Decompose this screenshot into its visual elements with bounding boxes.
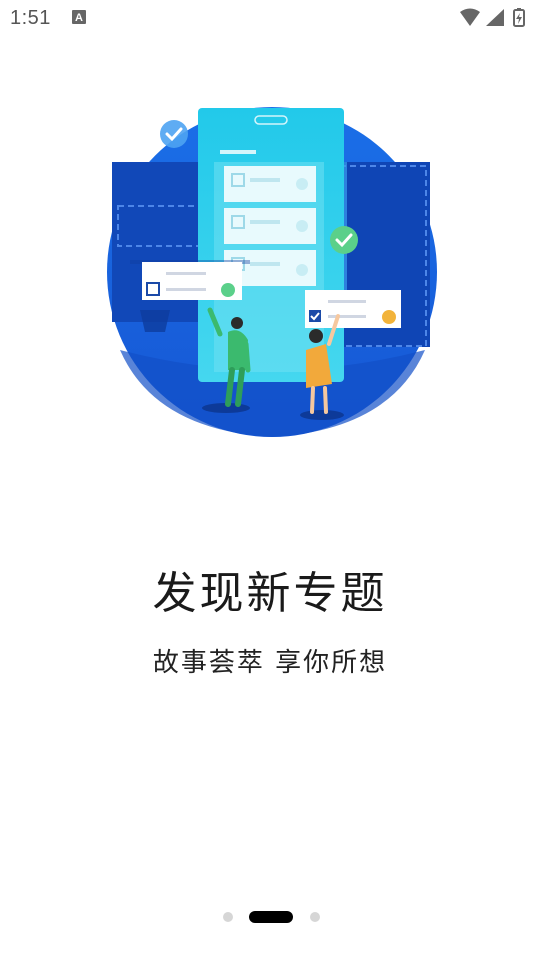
status-bar: 1:51 A [0,0,540,36]
check-badge-icon [160,120,188,148]
cell-signal-icon [486,9,504,26]
onboarding-title: 发现新专题 [152,568,388,619]
a-notification-icon: A [72,10,86,24]
svg-text:A: A [75,12,83,24]
wifi-icon [460,8,480,26]
page-indicator [0,909,540,925]
page-dot[interactable] [223,912,233,922]
page-dot-active[interactable] [249,911,293,923]
page-dot[interactable] [310,912,320,922]
check-badge-icon [330,226,358,254]
status-time: 1:51 [10,7,51,29]
battery-charging-icon [513,8,525,27]
status-icons [458,8,530,28]
team-task-board-illustration [107,107,437,437]
onboarding-subtitle: 故事荟萃 享你所想 [152,648,388,678]
